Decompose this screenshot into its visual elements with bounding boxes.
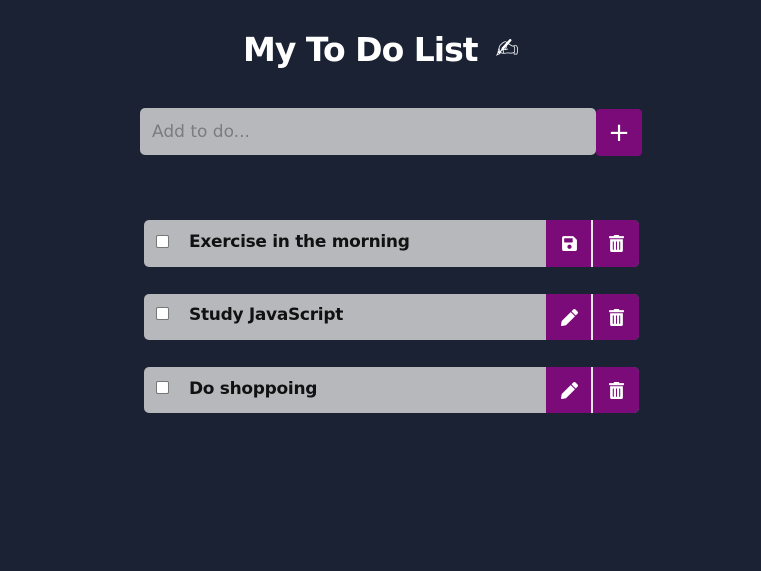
save-icon <box>561 236 577 251</box>
save-button[interactable] <box>546 220 592 267</box>
add-todo-input[interactable] <box>140 108 596 155</box>
add-todo-form: + <box>140 108 643 156</box>
title-text: My To Do List <box>243 30 478 69</box>
trash-icon <box>608 308 624 326</box>
todo-checkbox[interactable] <box>156 307 169 320</box>
delete-button[interactable] <box>593 367 639 413</box>
page-title: My To Do List ✍ <box>0 30 761 69</box>
writing-hand-icon: ✍ <box>495 32 518 65</box>
delete-button[interactable] <box>593 294 639 340</box>
todo-text: Study JavaScript <box>189 305 344 325</box>
edit-button[interactable] <box>546 294 592 340</box>
todo-app: My To Do List ✍ + Exercise in the morning… <box>0 0 761 571</box>
todo-checkbox[interactable] <box>156 235 169 248</box>
todo-text: Exercise in the morning <box>189 232 410 252</box>
todo-item: Exercise in the morning <box>144 220 639 267</box>
todo-checkbox[interactable] <box>156 381 169 394</box>
todo-item: Do shoppoing <box>144 367 639 413</box>
add-todo-button[interactable]: + <box>596 109 642 156</box>
edit-button[interactable] <box>546 367 592 413</box>
delete-button[interactable] <box>593 220 639 267</box>
todo-text: Do shoppoing <box>189 379 318 399</box>
pencil-icon <box>560 381 578 399</box>
trash-icon <box>608 381 624 399</box>
todo-item: Study JavaScript <box>144 294 639 340</box>
pencil-icon <box>560 308 578 326</box>
trash-icon <box>608 235 624 252</box>
